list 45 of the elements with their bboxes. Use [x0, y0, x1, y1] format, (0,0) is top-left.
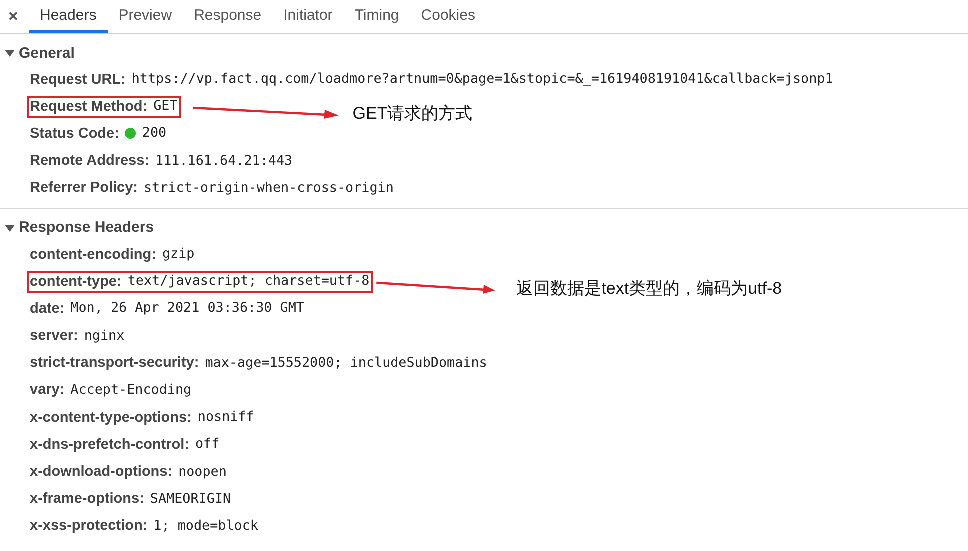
header-name: Request Method: [30, 98, 148, 115]
header-name: Status Code: [30, 126, 120, 142]
expand-triangle-icon[interactable] [5, 222, 15, 233]
header-name: x-download-options: [30, 464, 173, 480]
tab[interactable]: Response [183, 0, 273, 33]
header-value: Mon, 26 Apr 2021 03:36:30 GMT [70, 301, 304, 316]
header-value: nosniff [198, 410, 254, 426]
header-value: noopen [178, 464, 227, 480]
header-name: content-type: [30, 274, 122, 290]
header-value: text/javascript; charset=utf-8 [128, 274, 370, 290]
header-value: strict-origin-when-cross-origin [144, 180, 394, 196]
header-name: Remote Address: [30, 153, 150, 170]
close-button[interactable]: ✕ [6, 0, 29, 33]
header-name: vary: [30, 382, 65, 398]
header-name: date: [30, 300, 65, 317]
tab[interactable]: Initiator [272, 0, 344, 33]
header-value: Accept-Encoding [70, 382, 192, 398]
tab[interactable]: Cookies [410, 0, 486, 33]
tab[interactable]: Preview [108, 0, 184, 33]
header-name: strict-transport-security: [30, 355, 200, 372]
header-name: Referrer Policy: [30, 180, 138, 196]
header-value: 111.161.64.21:443 [156, 154, 293, 169]
header-name: x-dns-prefetch-control: [30, 436, 190, 453]
section-title[interactable]: General [19, 44, 75, 62]
header-name: Request URL: [30, 72, 126, 88]
header-value: max-age=15552000; includeSubDomains [205, 356, 488, 371]
tab[interactable]: Timing [344, 0, 410, 33]
expand-triangle-icon[interactable] [5, 48, 15, 58]
header-value: 1; mode=block [154, 518, 258, 534]
header-name: content-encoding: [30, 246, 156, 263]
annotation-text: GET请求的方式 [352, 103, 473, 126]
annotation-text: 返回数据是text类型的，编码为utf-8 [516, 278, 782, 300]
header-name: server: [30, 328, 78, 344]
tab[interactable]: Headers [29, 0, 108, 33]
header-value: nginx [84, 328, 125, 344]
header-value: SAMEORIGIN [150, 492, 232, 507]
header-value: gzip [162, 247, 195, 262]
header-name: x-content-type-options: [30, 410, 192, 426]
header-name: x-frame-options: [30, 491, 144, 508]
header-value: 200 [142, 126, 167, 142]
header-name: x-xss-protection: [30, 518, 148, 534]
header-value: off [196, 437, 220, 452]
header-value: GET [154, 99, 178, 114]
section-title[interactable]: Response Headers [19, 219, 154, 236]
header-value: https://vp.fact.qq.com/loadmore?artnum=0&page=1&stopic=&_=1619408191041&callback=jsonp1 [132, 72, 834, 88]
